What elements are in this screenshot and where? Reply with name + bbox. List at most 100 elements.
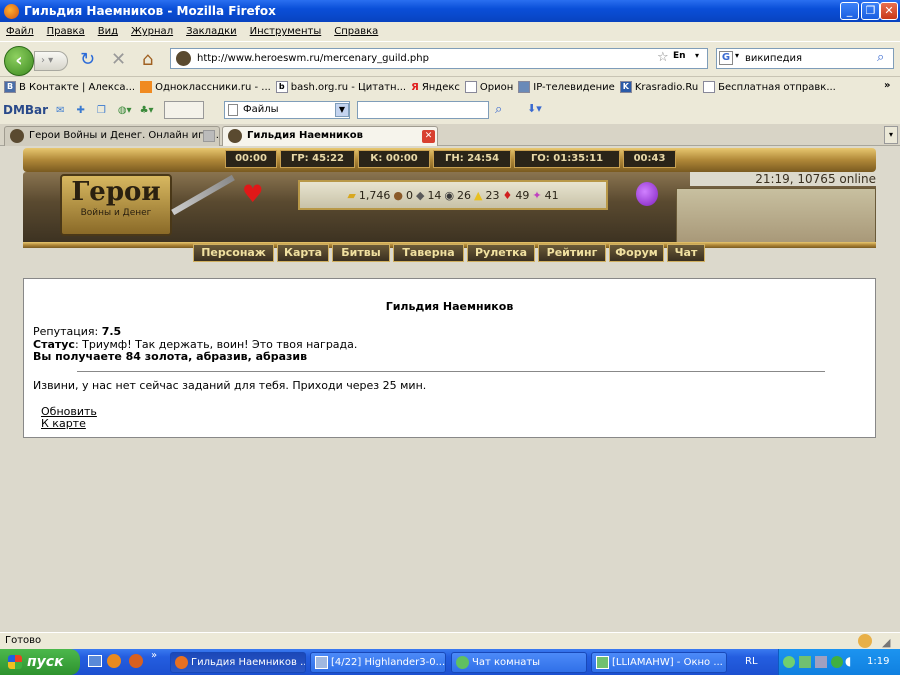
bash-icon: b (275, 81, 288, 93)
dmbar-globe-icon[interactable]: ◍▾ (118, 105, 132, 116)
nav-map[interactable]: Карта (277, 244, 329, 262)
logo-subtext: Войны и Денег (80, 208, 152, 218)
page-icon (464, 81, 477, 93)
dmbar-chat-icon[interactable]: ✉ (56, 105, 64, 116)
maximize-button[interactable]: ❐ (861, 2, 880, 20)
search-box[interactable]: G ▾ википедия ⌕ (716, 48, 894, 69)
tab-close-icon[interactable]: ✕ (422, 130, 435, 143)
gold-icon: ▰ (347, 188, 356, 202)
bookmark-iptv[interactable]: IP-телевидение (518, 81, 615, 93)
nav-tavern[interactable]: Таверна (393, 244, 464, 262)
dmbar-download-icon[interactable]: ⬇▾ (527, 102, 542, 115)
firefox-quicklaunch-icon[interactable] (129, 654, 143, 668)
tray-app-icon[interactable] (799, 656, 811, 668)
bookmark-bash[interactable]: b bash.org.ru - Цитатн... (275, 81, 406, 93)
bookmark-krasradio[interactable]: K Krasradio.Ru (619, 81, 698, 93)
mercury-icon: ◉ (444, 188, 455, 202)
tray-network-icon[interactable] (815, 656, 827, 668)
reload-icon[interactable]: ↻ (80, 51, 95, 69)
dmbar-search-icon[interactable]: ⌕ (495, 102, 502, 117)
tab-list-icon[interactable]: ▾ (884, 126, 898, 144)
health-heart-icon[interactable]: ♥ (242, 180, 264, 208)
menu-file[interactable]: Файл (6, 26, 34, 37)
minimize-button[interactable]: _ (840, 2, 859, 20)
dmbar-hand-button[interactable] (163, 101, 204, 119)
stop-icon[interactable]: ✕ (111, 51, 126, 69)
nav-forum[interactable]: Форум (609, 244, 664, 262)
address-bar[interactable]: http://www.heroeswm.ru/mercenary_guild.p… (170, 48, 708, 69)
menu-edit[interactable]: Правка (47, 26, 85, 37)
tab-mercenary-guild[interactable]: Гильдия Наемников ✕ (222, 126, 438, 146)
nav-character[interactable]: Персонаж (193, 244, 274, 262)
home-icon[interactable]: ⌂ (142, 51, 153, 69)
language-indicator[interactable]: RL (745, 656, 758, 667)
game-logo[interactable]: Герои Войны и Денег (60, 174, 172, 236)
bookmark-sms[interactable]: Бесплатная отправк... (703, 81, 836, 93)
odnoklassniki-icon (140, 81, 153, 93)
quicklaunch-icon[interactable] (107, 654, 121, 668)
files-combobox[interactable]: Файлы ▼ (224, 101, 350, 119)
menu-help[interactable]: Справка (334, 26, 378, 37)
windows-taskbar: пуск » (0, 649, 900, 675)
star-bookmark-icon[interactable]: ☆ (657, 50, 669, 65)
tray-icq-icon[interactable] (783, 656, 795, 668)
timer-1: 00:00 (225, 150, 277, 168)
google-engine-icon[interactable]: G (719, 51, 733, 65)
nav-rating[interactable]: Рейтинг (538, 244, 606, 262)
nav-roulette[interactable]: Рулетка (467, 244, 535, 262)
dmbar-logo: DMBar (3, 103, 49, 117)
timer-6: 00:43 (623, 150, 676, 168)
search-engine-dropdown-icon[interactable]: ▾ (735, 51, 739, 60)
search-icon[interactable]: ⌕ (877, 50, 884, 65)
menu-history[interactable]: Журнал (131, 26, 173, 37)
dmbar-window-icon[interactable]: ❐ (97, 105, 106, 116)
resource-gold: 1,746 (358, 188, 391, 202)
tab-close-icon[interactable] (203, 130, 215, 142)
bookmark-odnoklassniki[interactable]: Одноклассники.ru - ... (140, 81, 271, 93)
menu-tools[interactable]: Инструменты (250, 26, 322, 37)
addon-smiley-icon[interactable] (858, 634, 872, 648)
nav-chat[interactable]: Чат (667, 244, 705, 262)
yandex-icon: Я (411, 81, 419, 93)
close-window-button[interactable]: ✕ (880, 2, 898, 20)
start-button[interactable]: пуск (0, 649, 80, 675)
bookmark-orion[interactable]: Орион (464, 81, 513, 93)
dmbar-tools-icon[interactable]: ♣▾ (140, 105, 154, 116)
taskbar-window-lliamahw[interactable]: [LLIAMAHW] - Окно ... (591, 652, 727, 673)
taskbar-window-highlander[interactable]: [4/22] Highlander3-0... (310, 652, 446, 673)
ore-icon: ◆ (415, 188, 425, 202)
logo-text: Герои (71, 177, 161, 207)
taskbar-window-chat[interactable]: Чат комнаты (451, 652, 587, 673)
mana-potion-icon[interactable] (636, 182, 658, 206)
nav-battles[interactable]: Битвы (332, 244, 390, 262)
url-dropdown-icon[interactable]: ▾ (695, 51, 699, 60)
menu-bookmarks[interactable]: Закладки (186, 26, 237, 37)
window-title-bar: Гильдия Наемников - Mozilla Firefox (0, 0, 900, 22)
dmbar-search-input[interactable] (357, 101, 489, 119)
dropdown-arrow-icon[interactable]: ▼ (335, 103, 349, 117)
resource-gems: 41 (544, 188, 559, 202)
to-map-link[interactable]: К карте (41, 417, 86, 430)
bookmarks-overflow-icon[interactable]: » (884, 80, 890, 91)
resource-mercury: 26 (457, 188, 472, 202)
forward-button[interactable]: › ▾ (34, 51, 68, 71)
site-favicon-icon (176, 51, 191, 66)
castle-image (676, 188, 876, 244)
taskbar-window-firefox[interactable]: Гильдия Наемников ... (170, 652, 306, 673)
krasradio-icon: K (619, 81, 632, 93)
tray-volume-icon[interactable]: ◖ (845, 654, 851, 668)
quicklaunch-overflow-icon[interactable]: » (151, 650, 157, 661)
app-icon (315, 656, 328, 669)
tray-status-icon[interactable] (831, 656, 843, 668)
tab-heroes-main[interactable]: Герои Войны и Денег. Онлайн игра. (4, 126, 220, 146)
reputation-value: 7.5 (101, 325, 122, 338)
server-time-online: 21:19, 10765 online (690, 172, 876, 186)
tab-strip: Герои Войны и Денег. Онлайн игра. Гильди… (0, 124, 900, 146)
menu-view[interactable]: Вид (98, 26, 118, 37)
dmbar-add-icon[interactable]: ✚ (76, 105, 84, 116)
back-button[interactable]: ‹ (4, 46, 34, 76)
show-desktop-icon[interactable] (88, 655, 102, 667)
bookmark-vkontakte[interactable]: ВВ Контакте | Алекса... (4, 81, 135, 93)
bookmark-yandex[interactable]: Я Яндекс (411, 82, 460, 93)
clock: 1:19 (867, 656, 890, 667)
